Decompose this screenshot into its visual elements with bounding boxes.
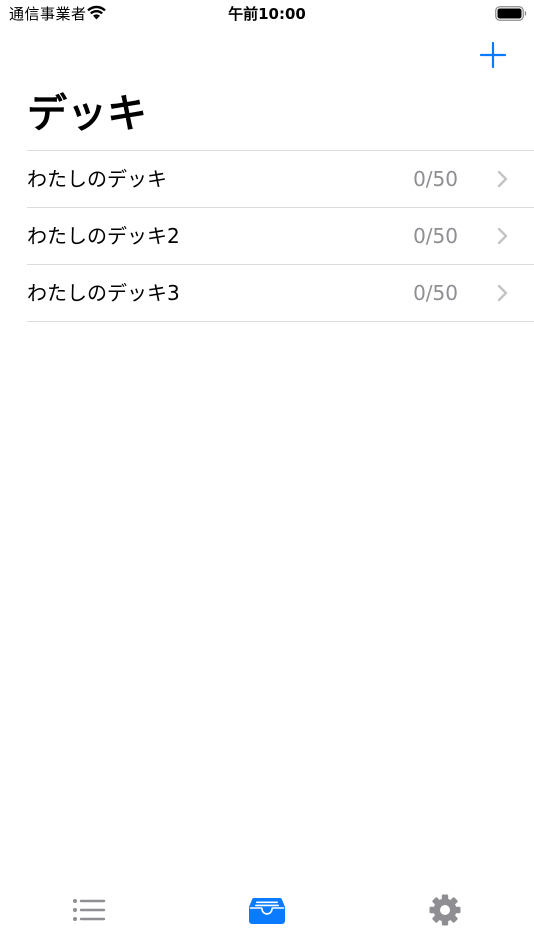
- add-deck-button[interactable]: [476, 38, 510, 72]
- deck-name: わたしのデッキ2: [27, 224, 180, 248]
- tab-settings[interactable]: [425, 892, 465, 928]
- status-time: 午前10:00: [228, 5, 306, 23]
- list-icon: [73, 899, 106, 921]
- deck-name: わたしのデッキ: [27, 167, 167, 191]
- chevron-right-icon: [497, 227, 508, 245]
- tab-decks[interactable]: [247, 892, 287, 928]
- chevron-right-icon: [497, 170, 508, 188]
- tray-icon: [249, 898, 285, 924]
- deck-list: わたしのデッキ 0/50 わたしのデッキ2 0/50 わたしのデッキ3 0/50: [27, 150, 534, 322]
- list-item[interactable]: わたしのデッキ3 0/50: [27, 265, 534, 322]
- tab-list[interactable]: [69, 892, 109, 928]
- chevron-right-icon: [497, 284, 508, 302]
- battery-icon: [495, 6, 527, 21]
- list-item[interactable]: わたしのデッキ 0/50: [27, 151, 534, 208]
- deck-count: 0/50: [413, 224, 458, 248]
- plus-icon: [479, 41, 507, 69]
- tab-bar: [0, 884, 534, 950]
- list-item[interactable]: わたしのデッキ2 0/50: [27, 208, 534, 265]
- deck-count: 0/50: [413, 281, 458, 305]
- deck-name: わたしのデッキ3: [27, 281, 180, 305]
- page-title: デッキ: [27, 91, 147, 137]
- deck-count: 0/50: [413, 167, 458, 191]
- gear-icon: [429, 894, 461, 926]
- status-bar: 通信事業者 午前10:00: [0, 0, 534, 28]
